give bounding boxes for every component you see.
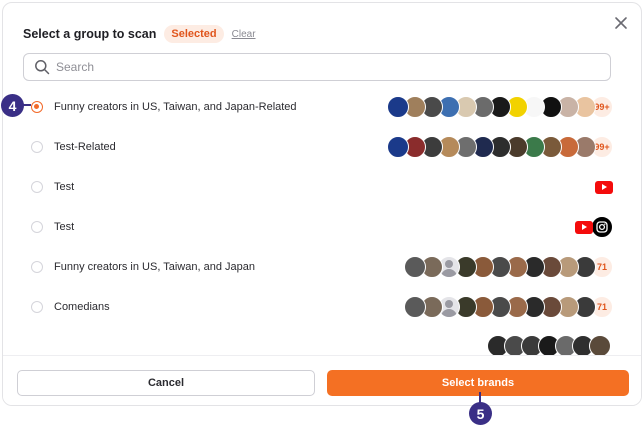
group-row[interactable]: Comedians 71 bbox=[3, 287, 641, 327]
group-radio[interactable] bbox=[31, 221, 43, 233]
search-box[interactable] bbox=[23, 53, 611, 81]
select-brands-button[interactable]: Select brands bbox=[327, 370, 629, 396]
step-4-connector bbox=[23, 104, 31, 106]
group-row[interactable]: Test bbox=[3, 167, 641, 207]
group-radio[interactable] bbox=[31, 301, 43, 313]
modal-footer: Cancel Select brands bbox=[3, 355, 641, 405]
creator-avatar bbox=[589, 335, 611, 357]
creator-avatar bbox=[387, 136, 409, 158]
avatar-stack bbox=[575, 216, 613, 238]
avatar-stack: 71 bbox=[404, 296, 613, 318]
cancel-button[interactable]: Cancel bbox=[17, 370, 315, 396]
avatar-stack: 99+ bbox=[387, 96, 613, 118]
youtube-icon bbox=[575, 220, 593, 234]
avatar-stack bbox=[595, 180, 613, 194]
group-radio[interactable] bbox=[31, 261, 43, 273]
instagram-icon bbox=[591, 216, 613, 238]
creator-avatar bbox=[404, 256, 426, 278]
avatar-stack: 71 bbox=[404, 256, 613, 278]
search-icon bbox=[35, 60, 50, 75]
creator-avatar bbox=[404, 296, 426, 318]
group-row[interactable]: Funny creators in US, Taiwan, and Japan-… bbox=[3, 87, 641, 127]
step-4-marker: 4 bbox=[1, 94, 24, 117]
creator-avatar bbox=[387, 96, 409, 118]
select-group-modal: Select a group to scan Selected Clear Fu… bbox=[2, 2, 642, 406]
group-label: Comedians bbox=[54, 301, 110, 313]
clear-link[interactable]: Clear bbox=[232, 29, 256, 40]
group-radio[interactable] bbox=[31, 181, 43, 193]
selected-tab[interactable]: Selected bbox=[164, 25, 224, 43]
avatar-stack: 99+ bbox=[387, 136, 613, 158]
group-label: Test-Related bbox=[54, 141, 116, 153]
group-radio[interactable] bbox=[31, 101, 43, 113]
group-label: Test bbox=[54, 221, 75, 233]
group-radio[interactable] bbox=[31, 141, 43, 153]
group-row[interactable]: Test-Related 99+ bbox=[3, 127, 641, 167]
group-row[interactable]: Funny creators in US, Taiwan, and Japan 7… bbox=[3, 247, 641, 287]
close-icon[interactable] bbox=[611, 13, 631, 33]
partial-row-avatars bbox=[487, 335, 611, 357]
group-row[interactable]: Test bbox=[3, 207, 641, 247]
modal-title: Select a group to scan bbox=[23, 27, 157, 41]
modal-header: Select a group to scan Selected Clear bbox=[23, 25, 256, 43]
group-label: Funny creators in US, Taiwan, and Japan bbox=[54, 261, 255, 273]
group-label: Test bbox=[54, 181, 75, 193]
youtube-icon bbox=[595, 180, 613, 194]
search-input[interactable] bbox=[56, 60, 576, 74]
group-label: Funny creators in US, Taiwan, and Japan-… bbox=[54, 101, 297, 113]
group-list: Funny creators in US, Taiwan, and Japan-… bbox=[3, 87, 641, 337]
step-5-marker: 5 bbox=[469, 402, 492, 425]
